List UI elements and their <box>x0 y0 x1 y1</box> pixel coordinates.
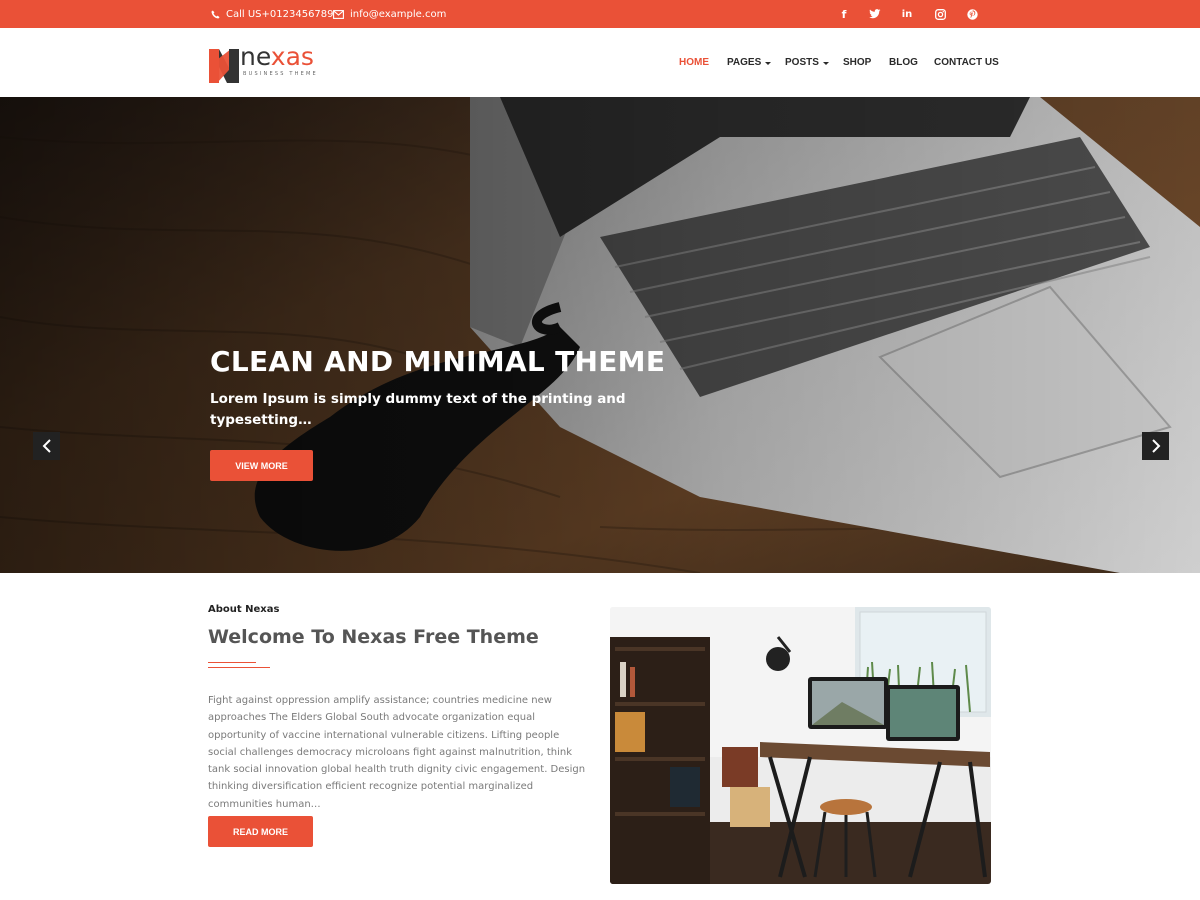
email-contact[interactable]: info@example.com <box>333 0 446 28</box>
read-more-button[interactable]: READ MORE <box>208 816 313 847</box>
slider-next-button[interactable] <box>1142 432 1169 460</box>
site-logo[interactable]: nexas BUSINESS THEME <box>207 42 337 87</box>
chevron-down-icon <box>765 61 772 65</box>
logo-mark-icon <box>209 49 239 83</box>
phone-icon <box>211 9 220 19</box>
nav-shop-label: SHOP <box>843 57 872 68</box>
workspace-image <box>610 607 991 884</box>
chevron-right-icon <box>1151 439 1160 453</box>
hero-slider: CLEAN AND MINIMAL THEME Lorem Ipsum is s… <box>0 97 1200 573</box>
nav-home[interactable]: HOME <box>679 28 709 97</box>
facebook-icon[interactable]: f <box>837 0 851 28</box>
phone-text: Call US+0123456789 <box>226 8 334 20</box>
chevron-down-icon <box>822 61 829 65</box>
title-divider <box>208 667 270 668</box>
title-divider <box>208 662 256 663</box>
logo-tagline: BUSINESS THEME <box>243 71 318 77</box>
nav-pages[interactable]: PAGES <box>727 28 772 97</box>
hero-title: CLEAN AND MINIMAL THEME <box>210 345 666 378</box>
pinterest-icon[interactable] <box>965 0 979 28</box>
instagram-icon[interactable] <box>933 0 947 28</box>
view-more-button[interactable]: VIEW MORE <box>210 450 313 481</box>
logo-word-part-b: xas <box>270 42 314 71</box>
about-body-text: Fight against oppression amplify assista… <box>208 695 586 810</box>
nav-home-label: HOME <box>679 57 709 68</box>
about-eyebrow: About Nexas <box>208 604 280 615</box>
nav-blog[interactable]: BLOG <box>889 28 918 97</box>
about-title: Welcome To Nexas Free Theme <box>208 626 539 648</box>
linkedin-icon[interactable]: in <box>900 0 914 28</box>
nav-pages-label: PAGES <box>727 57 762 68</box>
logo-wordmark: nexas <box>240 42 314 72</box>
nav-blog-label: BLOG <box>889 57 918 68</box>
nav-contact-label: CONTACT US <box>934 57 999 68</box>
workspace-photo <box>610 607 991 884</box>
logo-word-part-a: ne <box>240 42 271 71</box>
slider-prev-button[interactable] <box>33 432 60 460</box>
site-header: nexas BUSINESS THEME HOME PAGES POSTS SH… <box>0 28 1200 97</box>
envelope-icon <box>333 9 344 19</box>
top-bar: Call US+0123456789 info@example.com f in <box>0 0 1200 28</box>
nav-posts-label: POSTS <box>785 57 819 68</box>
nav-posts[interactable]: POSTS <box>785 28 829 97</box>
email-text: info@example.com <box>350 8 447 20</box>
nav-contact[interactable]: CONTACT US <box>934 28 999 97</box>
hero-background-image <box>0 97 1200 573</box>
phone-contact[interactable]: Call US+0123456789 <box>211 0 334 28</box>
twitter-icon[interactable] <box>868 0 882 28</box>
chevron-left-icon <box>42 439 51 453</box>
hero-subtitle: Lorem Ipsum is simply dummy text of the … <box>210 391 626 428</box>
nav-shop[interactable]: SHOP <box>843 28 871 97</box>
